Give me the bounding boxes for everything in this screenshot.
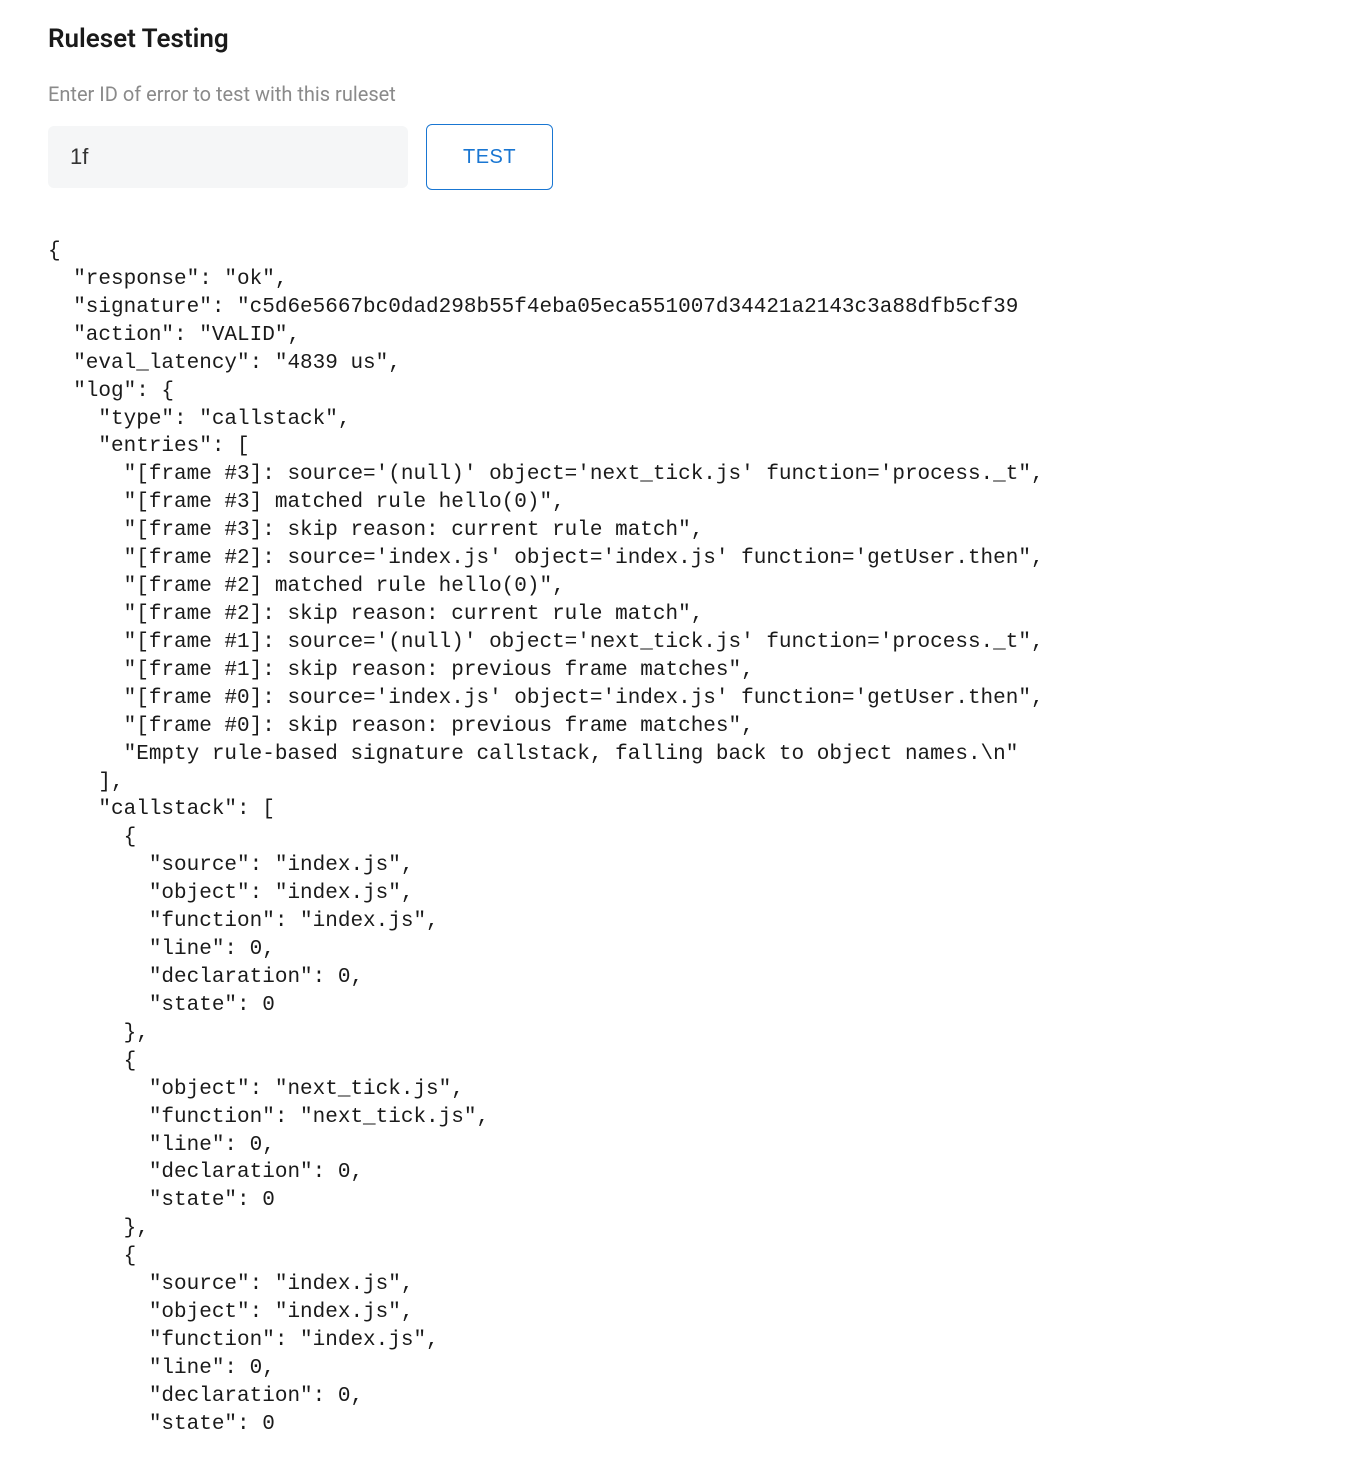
test-button[interactable]: TEST	[426, 124, 553, 190]
controls-row: TEST	[48, 124, 1312, 190]
result-output: { "response": "ok", "signature": "c5d6e5…	[48, 238, 1312, 1439]
page-title: Ruleset Testing	[48, 24, 1312, 54]
input-label: Enter ID of error to test with this rule…	[48, 82, 1312, 106]
error-id-input[interactable]	[48, 126, 408, 188]
